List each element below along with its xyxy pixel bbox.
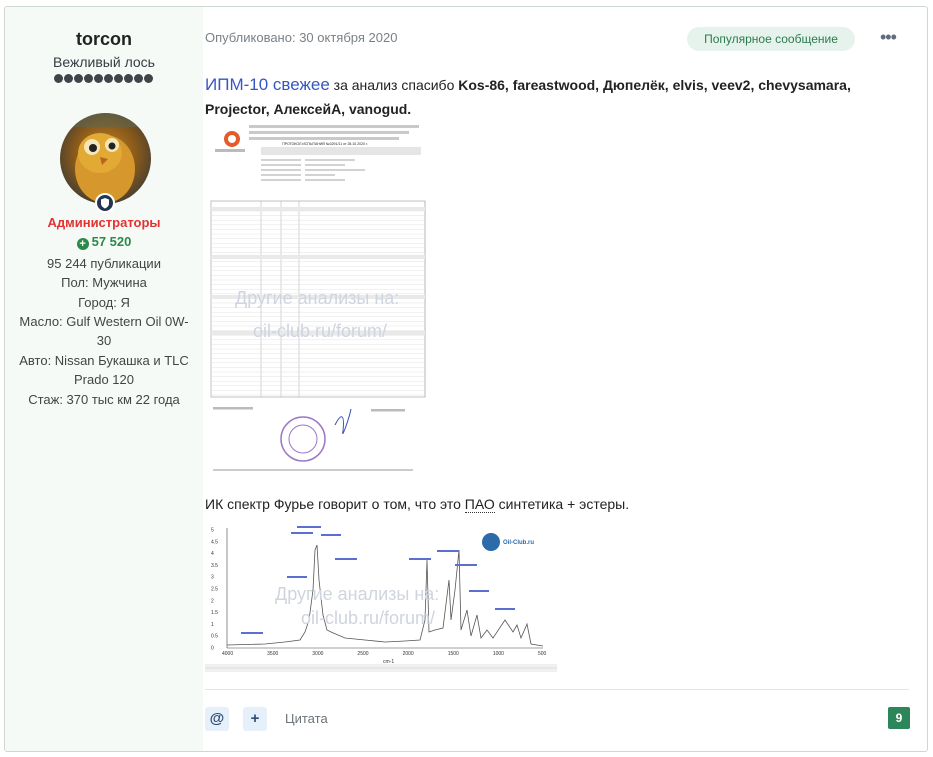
y-tick-label: 3.5 <box>211 563 218 569</box>
y-tick-label: 2.5 <box>211 587 218 593</box>
author-group: Администраторы <box>47 215 161 230</box>
rank-pip <box>124 74 133 83</box>
author-gender: Пол: Мужчина <box>61 275 147 290</box>
post-link[interactable]: ИПМ-10 свежее <box>205 75 330 94</box>
x-tick-label: 500 <box>538 651 547 657</box>
ir-spectrum-image[interactable]: 5 4.5 4 3.5 3 2.5 2 1.5 1 0.5 0 4000 3500 3000 2500 20… <box>205 520 557 672</box>
y-tick-label: 5 <box>211 528 214 534</box>
pao-abbreviation[interactable]: ПАО <box>464 496 495 513</box>
x-tick-label: 3500 <box>267 651 278 657</box>
plus-circle-icon: + <box>76 238 89 250</box>
author-reputation: +57 520 <box>5 234 203 250</box>
rank-pip <box>144 74 153 83</box>
x-tick-label: 3000 <box>312 651 323 657</box>
reaction-count[interactable]: 9 <box>888 707 910 729</box>
mention-button[interactable]: @ <box>205 707 229 731</box>
ellipsis-icon[interactable]: ••• <box>880 28 897 46</box>
reputation-value: 57 520 <box>91 234 132 249</box>
y-tick-label: 0.5 <box>211 634 218 640</box>
spectrum-caption-post: синтетика + эстеры. <box>494 496 630 512</box>
spectrum-watermark: Другие анализы на: <box>275 584 439 604</box>
y-tick-label: 1 <box>211 622 214 628</box>
rank-pip <box>94 74 103 83</box>
spectrum-caption-pre: ИК спектр Фурье говорит о том, что это <box>205 496 465 512</box>
author-oil: Масло: Gulf Western Oil 0W-30 <box>19 314 189 348</box>
multiquote-button[interactable]: + <box>243 707 267 731</box>
rank-pips <box>54 74 153 83</box>
rank-pip <box>74 74 83 83</box>
rank-pip <box>114 74 123 83</box>
x-tick-label: 4000 <box>222 651 233 657</box>
author-posts: 95 244 публикации <box>47 256 161 271</box>
doc-watermark-url: oil-club.ru/forum/ <box>253 321 387 341</box>
author-username[interactable]: torcon <box>5 29 203 50</box>
author-rank-title: Вежливый лось <box>53 54 155 70</box>
x-tick-label: 1500 <box>448 651 459 657</box>
protocol-document-image[interactable]: ПРОТОКОЛ ИСПЫТАНИЙ №3291/11 от 28.10.202… <box>205 119 429 475</box>
y-tick-label: 0 <box>211 646 214 652</box>
y-tick-label: 1.5 <box>211 610 218 616</box>
avatar[interactable] <box>60 113 151 204</box>
author-experience: Стаж: 370 тыс км 22 года <box>28 392 180 407</box>
doc-watermark: Другие анализы на: <box>235 288 399 308</box>
x-tick-label: 2000 <box>403 651 414 657</box>
post-date[interactable]: Опубликовано: 30 октября 2020 <box>205 30 397 45</box>
post-body-text: ИПМ-10 свежее за анализ спасибо Kos-86, … <box>205 73 905 121</box>
y-tick-label: 3 <box>211 575 214 581</box>
rank-pip <box>54 74 63 83</box>
rank-pip <box>134 74 143 83</box>
spectrum-logo: Oil-Club.ru <box>503 540 534 546</box>
doc-title: ПРОТОКОЛ ИСПЫТАНИЙ №3291/11 от 28.10.202… <box>282 142 368 146</box>
quote-button[interactable]: Цитата <box>285 711 328 726</box>
y-tick-label: 4.5 <box>211 539 218 545</box>
moderator-badge-icon <box>95 193 115 213</box>
rank-pip <box>104 74 113 83</box>
author-panel: torcon Вежливый лось Администраторы + 57… <box>5 7 203 751</box>
spectrum-caption: ИК спектр Фурье говорит о том, что это П… <box>205 496 630 513</box>
x-tick-label: 1000 <box>493 651 504 657</box>
x-tick-label: 2500 <box>357 651 368 657</box>
post-container: torcon Вежливый лось Администраторы + 57… <box>4 6 928 752</box>
post-divider <box>205 689 909 690</box>
author-car: Авто: Nissan Букашка и TLC Prado 120 <box>19 353 189 387</box>
popular-post-badge: Популярное сообщение <box>687 27 855 51</box>
rank-pip <box>64 74 73 83</box>
rank-pip <box>84 74 93 83</box>
author-city: Город: Я <box>78 295 130 310</box>
thanks-prefix: за анализ спасибо <box>329 77 459 93</box>
y-tick-label: 2 <box>211 598 214 604</box>
spectrum-watermark-url: oil-club.ru/forum/ <box>301 608 435 628</box>
y-tick-label: 4 <box>211 551 214 557</box>
